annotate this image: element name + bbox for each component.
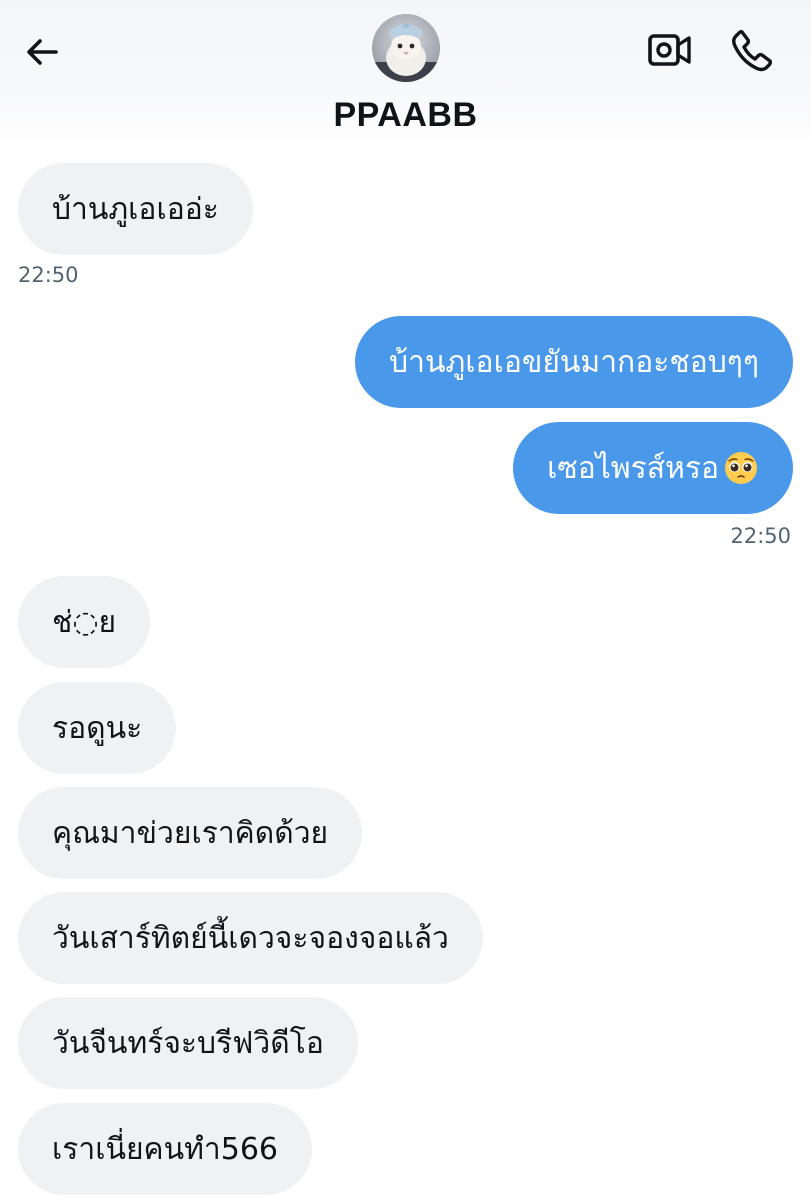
message-text: เราเนี่ยคนทำ566 [52,1131,279,1167]
message-text: วันเสาร์ทิตย์นี้เดวจะจองจอแล้ว [52,920,449,956]
back-button[interactable] [18,28,66,76]
message-text: ช่◌ย [52,604,117,640]
avatar[interactable] [372,14,440,82]
phone-icon [732,29,773,72]
conversation-header: PPAABB [0,0,811,156]
incoming-message[interactable]: วันจีนทร์จะบรีฟวิดีโอ [18,997,358,1089]
pleading-face-emoji-icon [725,452,757,484]
dm-conversation-screen: PPAABB บ้านภูเอเออ่ะ 22:50 บ้านภูเอเอขยั… [0,0,811,1200]
incoming-message[interactable]: ช่◌ย [18,576,151,668]
message-text: บ้านภูเอเอขยันมากอะชอบๆๆ [389,344,759,380]
voice-call-button[interactable] [726,24,778,76]
incoming-message[interactable]: บ้านภูเอเออ่ะ [18,163,253,255]
message-text: บ้านภูเอเออ่ะ [52,191,219,227]
message-text: คุณมาข่วยเราคิดด้วย [52,815,329,851]
message-timestamp: 22:50 [730,524,791,548]
video-camera-icon [648,34,691,66]
incoming-message[interactable]: วันเสาร์ทิตย์นี้เดวจะจองจอแล้ว [18,892,483,984]
incoming-message[interactable]: คุณมาข่วยเราคิดด้วย [18,787,363,879]
outgoing-message[interactable]: บ้านภูเอเอขยันมากอะชอบๆๆ [355,316,793,408]
contact-name[interactable]: PPAABB [0,96,811,135]
arrow-left-icon [27,39,58,65]
incoming-message[interactable]: รอดูนะ [18,682,177,774]
cat-avatar-image [372,14,440,82]
outgoing-message[interactable]: เซอไพรส์หรอ [513,422,793,514]
video-call-button[interactable] [644,26,696,74]
message-timestamp: 22:50 [18,263,79,287]
incoming-message[interactable]: เราเนี่ยคนทำ566 [18,1103,313,1195]
message-text: รอดูนะ [52,710,143,746]
message-text: เซอไพรส์หรอ [547,450,719,486]
message-text: วันจีนทร์จะบรีฟวิดีโอ [52,1025,324,1061]
